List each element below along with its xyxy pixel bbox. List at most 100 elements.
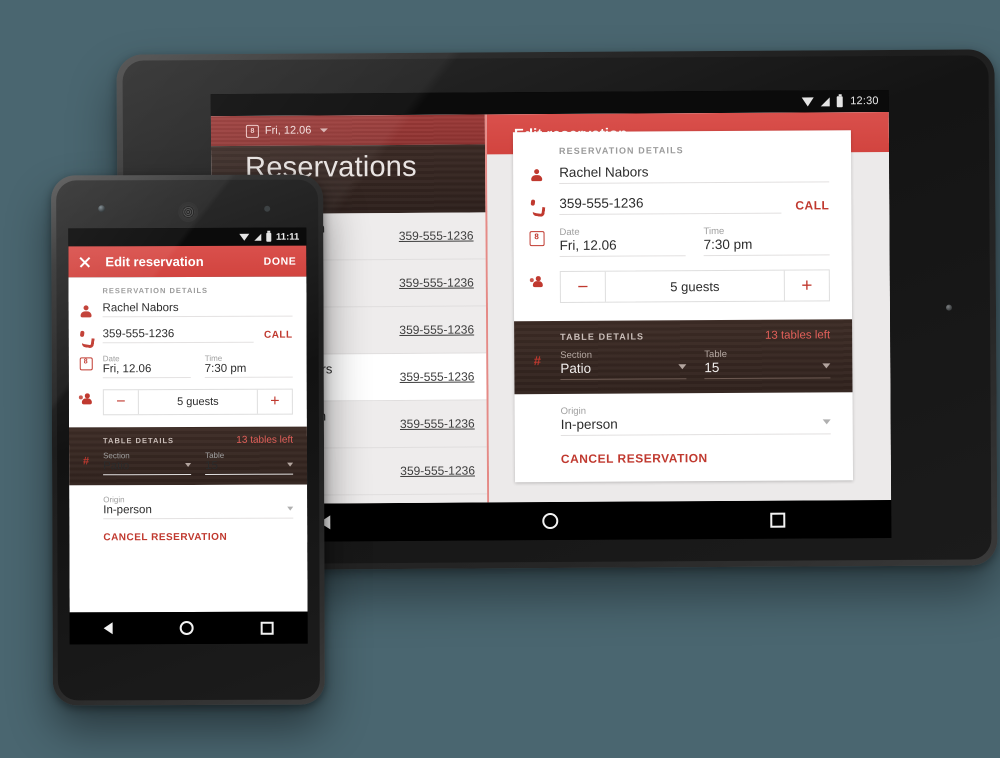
time-label: Time <box>204 353 223 363</box>
section-select[interactable]: Section Patio <box>103 450 192 476</box>
origin-value: In-person <box>103 504 152 517</box>
decrement-guests-button[interactable]: − <box>561 272 605 302</box>
wifi-icon <box>802 96 815 106</box>
earpiece-speaker-icon <box>178 201 199 223</box>
chevron-down-icon[interactable] <box>320 128 329 133</box>
phone-clock: 11:11 <box>276 231 300 243</box>
calendar-icon: 8 <box>79 357 93 371</box>
phone-edit-header: Edit reservation DONE <box>68 245 307 278</box>
phone-device: 11:11 Edit reservation DONE RESERVATION … <box>51 174 325 706</box>
app-bar-date: Fri, 12.06 <box>264 124 312 137</box>
decrement-guests-button[interactable]: − <box>104 390 138 414</box>
reservation-phone[interactable]: 359-555-1236 <box>399 323 474 337</box>
origin-select[interactable]: Origin In-person <box>560 404 831 436</box>
date-field[interactable]: Fri, 12.06 <box>560 237 686 253</box>
date-label: Date <box>559 226 580 238</box>
calendar-icon: 8 <box>529 231 545 247</box>
phone-icon <box>529 199 545 215</box>
reservation-details-label: RESERVATION DETAILS <box>558 145 684 156</box>
edit-reservation-card: RESERVATION DETAILS Rachel Nabors 359-55… <box>512 130 854 483</box>
phone-icon <box>78 330 94 346</box>
table-details-label: TABLE DETAILS <box>102 436 175 446</box>
table-label: Table <box>205 450 225 460</box>
cancel-reservation-button[interactable]: CANCEL RESERVATION <box>103 532 227 543</box>
phone-bezel: 11:11 Edit reservation DONE RESERVATION … <box>56 179 320 701</box>
proximity-sensor-icon <box>264 205 271 212</box>
table-select[interactable]: Table 15 <box>704 348 831 380</box>
scene: 12:30 8 Fri, 12.06 Reservations 13 table… <box>0 0 1000 758</box>
increment-guests-button[interactable]: + <box>785 270 829 300</box>
guest-name-field[interactable]: Rachel Nabors <box>103 302 293 314</box>
hash-icon: # <box>533 353 541 369</box>
date-field[interactable]: Fri, 12.06 <box>103 363 191 375</box>
reservation-phone[interactable]: 359-555-1236 <box>400 464 475 478</box>
back-icon[interactable] <box>103 622 113 635</box>
phone-status-bar: 11:11 <box>68 227 307 247</box>
guest-count-stepper[interactable]: − 5 guests + <box>102 388 293 416</box>
reservation-phone[interactable]: 359-555-1236 <box>399 229 474 243</box>
home-icon[interactable] <box>179 620 194 636</box>
guest-count-value: 5 guests <box>604 270 785 302</box>
calendar-icon: 8 <box>245 124 259 138</box>
wifi-icon <box>239 233 250 241</box>
increment-guests-button[interactable]: + <box>258 390 292 414</box>
chevron-down-icon[interactable] <box>822 419 831 425</box>
tables-left-badge: 13 tables left <box>764 329 831 342</box>
time-field[interactable]: 7:30 pm <box>205 363 293 375</box>
phone-number-field[interactable]: 359-555-1236 <box>103 328 254 340</box>
call-button[interactable]: CALL <box>264 328 293 341</box>
table-value: 15 <box>704 360 720 376</box>
recents-icon[interactable] <box>770 512 786 528</box>
reservation-details-label: RESERVATION DETAILS <box>102 285 209 296</box>
table-select[interactable]: Table 15 <box>205 450 294 475</box>
tablet-app-bar[interactable]: 8 Fri, 12.06 <box>210 114 485 147</box>
reservation-phone[interactable]: 359-555-1236 <box>400 417 475 431</box>
date-label: Date <box>102 354 120 364</box>
table-details-section: TABLE DETAILS 13 tables left # Section P… <box>514 319 853 395</box>
done-button[interactable]: DONE <box>264 255 297 267</box>
group-icon <box>78 392 93 406</box>
cancel-reservation-button[interactable]: CANCEL RESERVATION <box>561 451 708 466</box>
reservation-phone[interactable]: 359-555-1236 <box>399 276 474 290</box>
section-select[interactable]: Section Patio <box>560 349 687 380</box>
phone-nav-bar[interactable] <box>69 611 308 645</box>
chevron-down-icon[interactable] <box>678 364 687 370</box>
section-label: Section <box>560 349 592 361</box>
recents-icon[interactable] <box>260 621 274 635</box>
table-details-label: TABLE DETAILS <box>560 331 645 342</box>
phone-top-bezel <box>56 180 318 229</box>
group-icon <box>529 275 544 289</box>
phone-number-field[interactable]: 359-555-1236 <box>559 195 781 211</box>
phone-content: RESERVATION DETAILS Rachel Nabors 359-55… <box>68 276 308 613</box>
tablet-camera-icon <box>945 304 953 311</box>
guest-count-stepper[interactable]: − 5 guests + <box>559 269 830 303</box>
chevron-down-icon[interactable] <box>185 462 192 468</box>
edit-reservation-pane: Edit reservation RESERVATION DETAILS <box>486 111 892 503</box>
person-icon <box>529 169 543 183</box>
time-field[interactable]: 7:30 pm <box>704 236 830 252</box>
person-icon <box>79 305 93 319</box>
tablet-clock: 12:30 <box>850 95 879 108</box>
origin-value: In-person <box>560 416 618 432</box>
battery-icon <box>837 95 844 107</box>
guest-name-field[interactable]: Rachel Nabors <box>559 163 829 180</box>
phone-title: Edit reservation <box>105 253 204 270</box>
phone-screen: 11:11 Edit reservation DONE RESERVATION … <box>68 227 308 645</box>
section-value: Patio <box>103 460 130 473</box>
signal-icon <box>254 233 262 241</box>
table-details-section: TABLE DETAILS 13 tables left # Section P… <box>68 426 308 486</box>
chevron-down-icon[interactable] <box>822 363 831 369</box>
table-value: 15 <box>205 459 218 472</box>
section-value: Patio <box>560 360 592 376</box>
section-label: Section <box>103 451 130 461</box>
chevron-down-icon[interactable] <box>287 462 294 467</box>
close-icon[interactable] <box>78 255 91 268</box>
guest-count-value: 5 guests <box>137 389 258 415</box>
tables-left-badge: 13 tables left <box>236 434 294 446</box>
home-icon[interactable] <box>542 512 559 530</box>
reservation-phone[interactable]: 359-555-1236 <box>400 370 475 384</box>
origin-select[interactable]: Origin In-person <box>103 494 294 520</box>
signal-icon <box>821 96 831 106</box>
call-button[interactable]: CALL <box>795 194 829 212</box>
chevron-down-icon[interactable] <box>287 506 294 511</box>
